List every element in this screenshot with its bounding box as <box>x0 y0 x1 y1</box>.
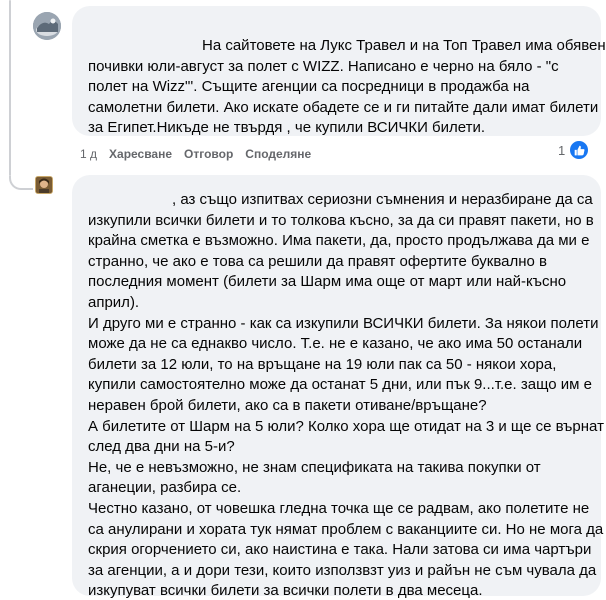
comment-line: , аз също изпитвах сериозни съмнения и н… <box>172 191 593 208</box>
like-button[interactable]: Харесване <box>109 147 172 161</box>
avatar-photo <box>33 12 61 40</box>
reaction-count: 1 <box>558 142 566 158</box>
comment-line: А билетите от Шарм на 5 юли? Колко хора … <box>88 417 604 435</box>
comment-line: за агенции, а и дори тези, които използв… <box>88 561 597 579</box>
avatar[interactable] <box>33 12 61 40</box>
comment-line: може да не са еднакво число. Т.е. не е к… <box>88 335 583 353</box>
comment-line: аганеции, разбира се. <box>88 479 242 497</box>
comment-line: април). <box>88 293 140 311</box>
comment-line: за Египет.Никъде не твърдя , че купили В… <box>88 119 486 137</box>
avatar[interactable] <box>35 176 53 194</box>
thread-connector-line <box>9 0 11 176</box>
like-icon <box>568 139 591 161</box>
comment-line: полет на Wizz"'. Същите агенции са посре… <box>88 78 530 96</box>
comment-line: И друго ми е странно - как са изкупили В… <box>88 314 599 332</box>
comment-line: са анулирани и хората тук нямат проблем … <box>88 520 604 538</box>
comment-line: неравен брой билети, ако са в пакети оти… <box>88 396 487 414</box>
reply-button[interactable]: Отговор <box>184 147 233 161</box>
comment-text: , аз също изпитвах сериозни съмнения и н… <box>88 190 604 600</box>
comment-line: Не, че е невъзможно, не знам спецификата… <box>88 458 541 476</box>
comment-bubble: На сайтовете на Лукс Травел и на Топ Тра… <box>72 6 606 139</box>
comment-line: Честно казано, от човешка гледна точка щ… <box>88 499 590 517</box>
comment-line: купили самостоятелно може да останат 5 д… <box>88 376 592 394</box>
comment-line: почивки юли-август за полет с WIZZ. Напи… <box>88 57 559 75</box>
comment-line: билети за 12 юли, то на връщане на 19 юл… <box>88 355 557 373</box>
comment-line: странно, че ако е това са решили да прав… <box>88 252 547 270</box>
comment-bubble: , аз също изпитвах сериозни съмнения и н… <box>72 175 604 599</box>
comment-text: На сайтовете на Лукс Травел и на Топ Тра… <box>88 36 606 139</box>
comment-actions: 1 д Харесване Отговор Споделяне <box>80 147 311 161</box>
comment-line: На сайтовете на Лукс Травел и на Топ Тра… <box>202 37 606 54</box>
reaction-summary[interactable]: 1 <box>558 139 591 161</box>
comment-line: изкупили всички билети и то толкова късн… <box>88 211 594 229</box>
comment-line: самолетни билети. Ако искате обадете се … <box>88 98 599 116</box>
avatar-photo <box>36 177 52 193</box>
comment-thread: На сайтовете на Лукс Травел и на Топ Тра… <box>0 0 606 600</box>
comment-line: последния момент (билети за Шарм има още… <box>88 273 567 291</box>
comment-line: изкупуват всички билети за всички полети… <box>88 582 483 600</box>
thread-reply-connector <box>9 176 33 190</box>
comment-timestamp[interactable]: 1 д <box>80 147 97 161</box>
comment-line: крайна сметка е възможно. Има пакети, да… <box>88 232 590 250</box>
comment-line: скрия огорчението си, ако наистина е так… <box>88 541 592 559</box>
comment-line: след два дни на 5-и? <box>88 438 235 456</box>
share-button[interactable]: Споделяне <box>245 147 311 161</box>
